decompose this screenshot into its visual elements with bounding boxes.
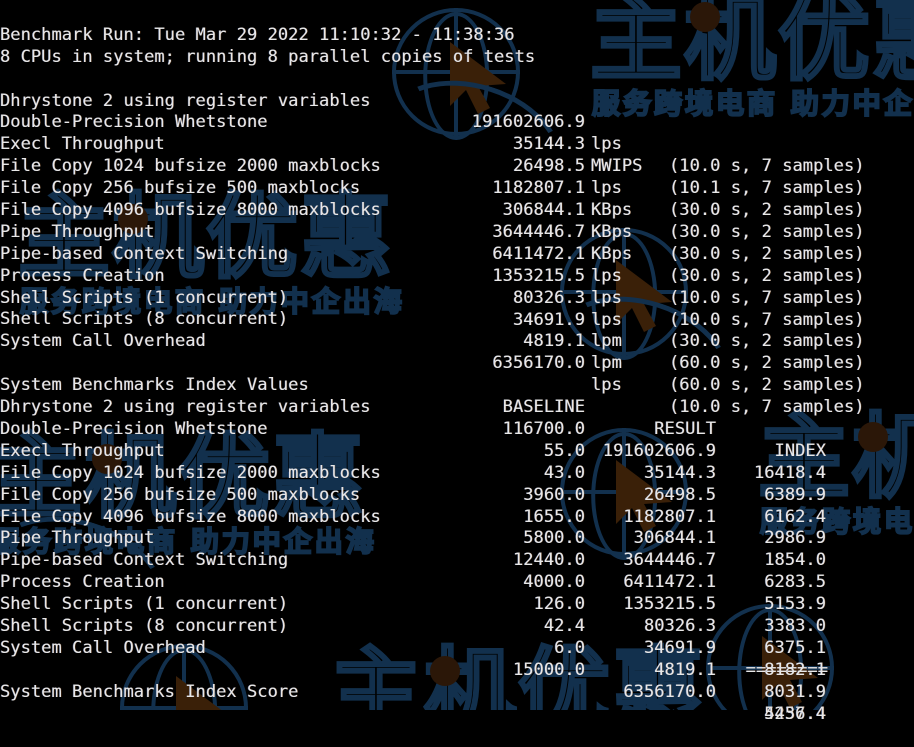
cpu-info-text: 8 CPUs in system; running 8 parallel cop…: [0, 47, 535, 69]
table-row: Pipe Throughput 12440.0 6411472.1 5153.9: [0, 506, 914, 528]
table-row: Process Creation 80326.3 lps (30.0 s, 2 …: [0, 244, 914, 266]
test-label: System Call Overhead: [0, 331, 206, 353]
final-score-line: System Benchmarks Index Score 5456.4: [0, 660, 914, 682]
test-timing: (30.0 s, 2 samples): [669, 331, 865, 353]
table-row: Pipe-based Context Switching 4000.0 1353…: [0, 528, 914, 550]
test-unit: lpm: [591, 331, 622, 353]
final-score-value: 5456.4: [764, 704, 826, 726]
table-row: Dhrystone 2 using register variables 191…: [0, 69, 914, 91]
table-row: Shell Scripts (8 concurrent) 6.0 4819.1 …: [0, 594, 914, 616]
index-score: 8031.9: [764, 682, 826, 704]
table-row: Double-Precision Whetstone 55.0 35144.3 …: [0, 397, 914, 419]
table-row: File Copy 1024 bufsize 2000 maxblocks 39…: [0, 441, 914, 463]
table-row: System Call Overhead 15000.0 6356170.0 4…: [0, 616, 914, 638]
table-row: Shell Scripts (1 concurrent) 34691.9 lpm…: [0, 266, 914, 288]
table-row: Execl Throughput 26498.5 lps (30.0 s, 2 …: [0, 112, 914, 134]
table-row: File Copy 4096 bufsize 8000 maxblocks 58…: [0, 485, 914, 507]
table-row: File Copy 256 bufsize 500 maxblocks 3068…: [0, 156, 914, 178]
table-row: File Copy 1024 bufsize 2000 maxblocks 11…: [0, 134, 914, 156]
test-value: 4819.1: [523, 331, 585, 353]
cpu-info-line: 8 CPUs in system; running 8 parallel cop…: [0, 25, 914, 47]
benchmark-run-line: Benchmark Run: Tue Mar 29 2022 11:10:32 …: [0, 3, 914, 25]
table-row: File Copy 256 bufsize 500 maxblocks 1655…: [0, 463, 914, 485]
table-row: Dhrystone 2 using register variables 116…: [0, 375, 914, 397]
table-row: System Call Overhead 6356170.0 lps (10.0…: [0, 309, 914, 331]
table-row: Pipe Throughput 6411472.1 lps (10.0 s, 7…: [0, 200, 914, 222]
table-row: Shell Scripts (8 concurrent) 4819.1 lpm …: [0, 288, 914, 310]
table-row: File Copy 4096 bufsize 8000 maxblocks 36…: [0, 178, 914, 200]
table-row: Double-Precision Whetstone 35144.3 MWIPS…: [0, 91, 914, 113]
table-row: Process Creation 126.0 80326.3 6375.1: [0, 550, 914, 572]
table-row: Shell Scripts (1 concurrent) 42.4 34691.…: [0, 572, 914, 594]
table-row: Execl Throughput 43.0 26498.5 6162.4: [0, 419, 914, 441]
index-table-header: System Benchmarks Index Values BASELINE …: [0, 353, 914, 375]
final-score-label: System Benchmarks Index Score: [0, 682, 298, 704]
index-result: 6356170.0: [623, 682, 716, 704]
terminal-output: Benchmark Run: Tue Mar 29 2022 11:10:32 …: [0, 0, 914, 710]
table-row: Pipe-based Context Switching 1353215.5 l…: [0, 222, 914, 244]
separator-line: ========: [0, 638, 914, 660]
